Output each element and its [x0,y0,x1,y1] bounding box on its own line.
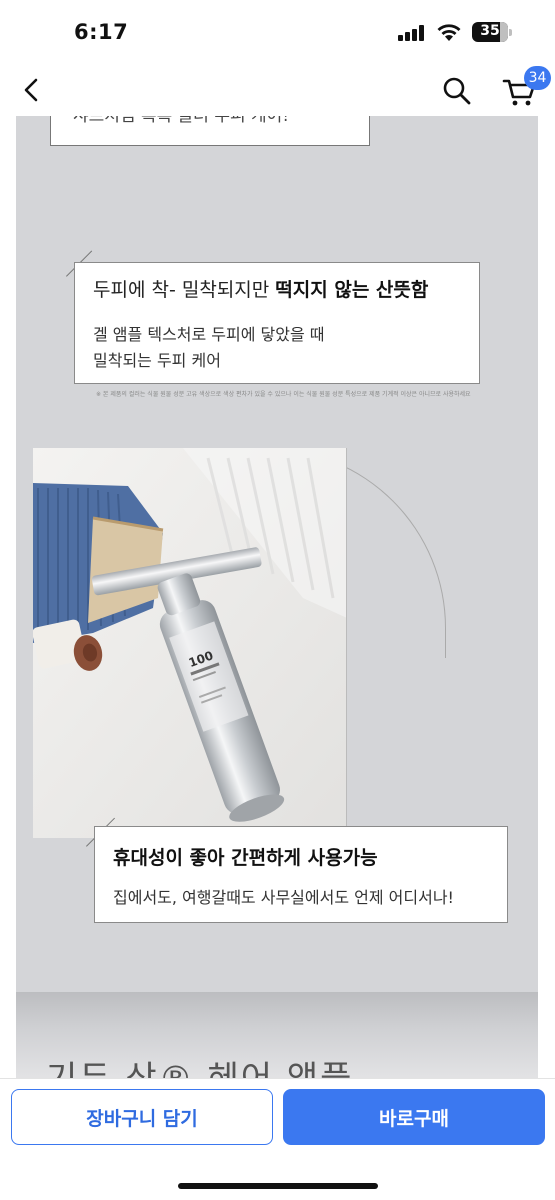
wifi-icon [436,22,462,42]
feature-card-line: 겔 앰플 텍스처로 두피에 닿았을 때 [93,325,325,344]
status-time: 6:17 [74,20,129,44]
feature-card-adhesion: 두피에 착- 밀착되지만 떡지지 않는 산뜻함 겔 앰플 텍스처로 두피에 닿았… [74,262,480,384]
caption-top-text: 샤프처럼 톡톡 눌러 두피 케어! [73,116,290,126]
feature-card-line: 밀착되는 두피 케어 [93,351,221,370]
add-to-cart-button[interactable]: 장바구니 담기 [11,1089,273,1145]
fine-print-disclaimer: ※ 본 제품의 컬러는 식물 원물 성분 고유 색상으로 색상 편차가 있을 수… [96,391,471,398]
battery-level: 35 [480,23,500,39]
back-button[interactable] [14,70,50,110]
status-bar: 6:17 35 [0,0,555,62]
product-detail-image: 샤프처럼 톡톡 눌러 두피 케어! 두피에 착- 밀착되지만 떡지지 않는 산뜻… [16,116,538,1078]
product-photo: 100 [33,448,347,838]
product-name-teaser: 기두 상® 헤어 앰플 [46,1051,353,1078]
feature-card-portability: 휴대성이 좋아 간편하게 사용가능 집에서도, 여행갈때도 사무실에서도 언제 … [94,826,508,923]
feature-card-title: 두피에 착- 밀착되지만 떡지지 않는 산뜻함 [93,275,428,302]
cart-count-badge: 34 [524,66,551,90]
nav-bar [0,62,555,116]
home-indicator[interactable] [178,1183,378,1189]
battery-icon: 35 [472,22,512,42]
caption-box-top: 샤프처럼 톡톡 눌러 두피 케어! [50,116,370,146]
title-regular: 두피에 착- 밀착되지만 [93,279,276,301]
feature-card-line: 집에서도, 여행갈때도 사무실에서도 언제 어디서나! [113,888,454,907]
title-bold: 떡지지 않는 산뜻함 [275,279,429,301]
buy-now-button[interactable]: 바로구매 [283,1089,545,1145]
bottom-action-bar: 장바구니 담기 바로구매 [0,1078,555,1200]
chevron-left-icon [24,78,38,102]
search-button[interactable] [438,70,476,110]
feature-card-title: 휴대성이 좋아 간편하게 사용가능 [113,847,378,869]
cellular-signal-icon [398,25,424,41]
search-icon [443,77,471,105]
